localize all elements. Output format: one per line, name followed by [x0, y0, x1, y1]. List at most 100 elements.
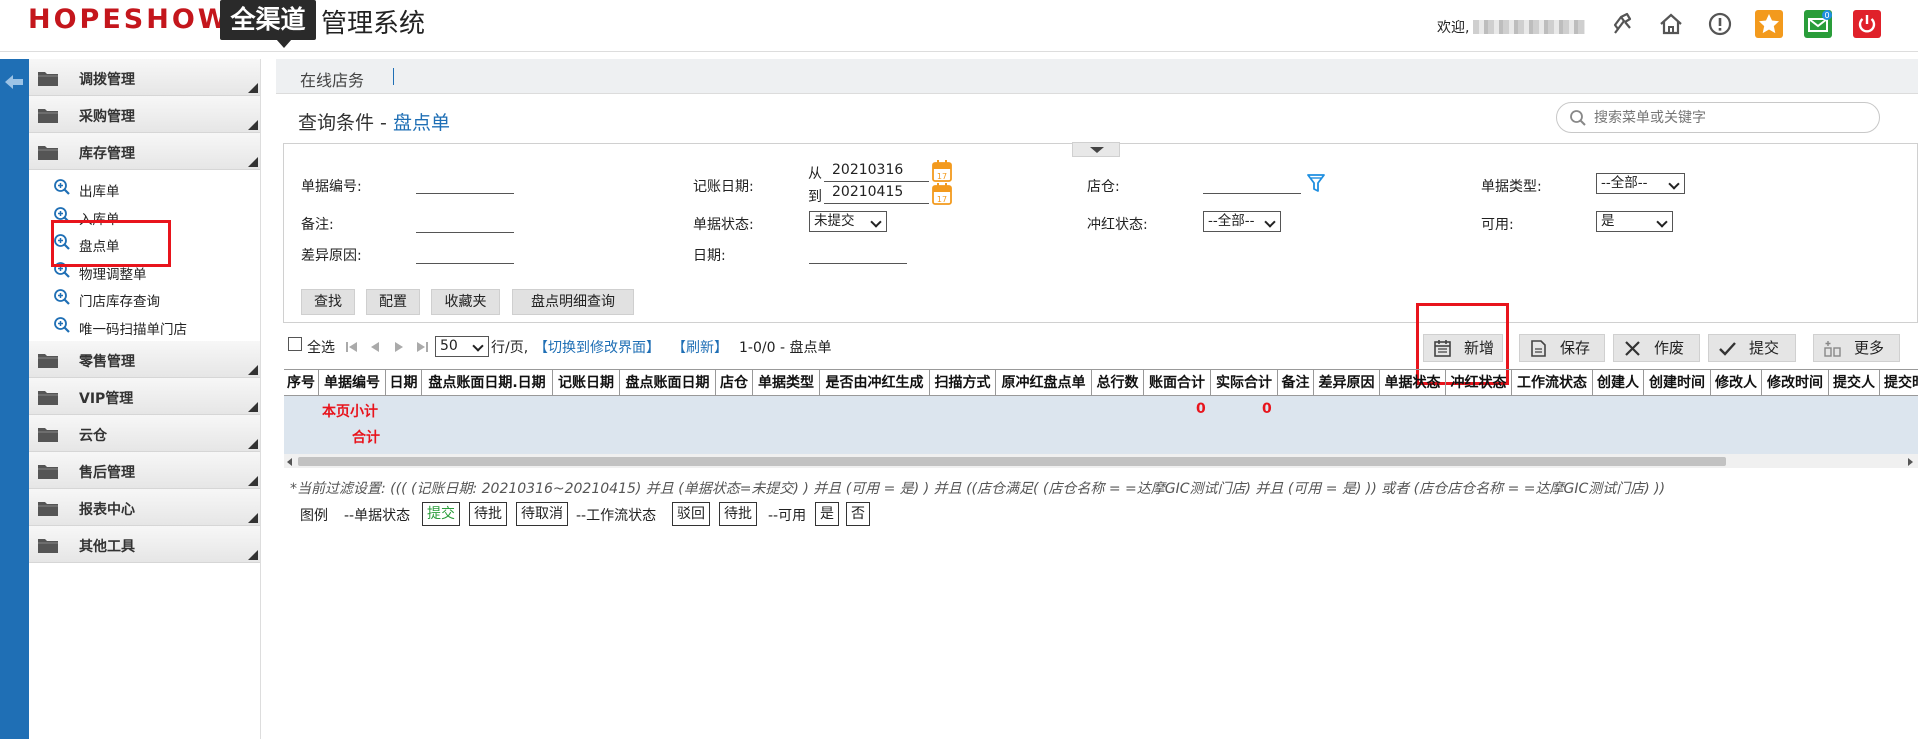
actual-total-value: 0	[1262, 401, 1272, 417]
doc-type-select[interactable]: --全部--	[1596, 173, 1685, 194]
date-to-input[interactable]: 20210415	[824, 184, 929, 204]
last-page-icon[interactable]	[415, 340, 429, 354]
next-page-icon[interactable]	[392, 340, 406, 354]
filter-collapse-toggle[interactable]	[1072, 142, 1120, 157]
menu-search-box[interactable]	[1556, 102, 1880, 133]
switch-to-edit-link[interactable]: 【切换到修改界面】	[534, 337, 660, 357]
calendar-icon[interactable]: 17	[932, 183, 952, 205]
col-header[interactable]: 盘点账面日期	[620, 370, 716, 396]
select-all-checkbox[interactable]	[288, 337, 302, 351]
first-page-icon[interactable]	[345, 340, 359, 354]
col-header[interactable]: 冲红状态	[1446, 370, 1512, 396]
menu-section-label: 零售管理	[79, 354, 135, 370]
alert-icon[interactable]	[1706, 10, 1734, 38]
col-header[interactable]: 盘点账面日期.日期	[422, 370, 553, 396]
submenu-label: 唯一码扫描单门店	[79, 321, 187, 338]
zoom-in-icon	[54, 179, 70, 195]
col-header[interactable]: 日期	[386, 370, 422, 396]
search-input[interactable]	[1594, 107, 1864, 129]
menu-section-cloud-warehouse[interactable]: 云仓	[29, 415, 260, 452]
prev-page-icon[interactable]	[368, 340, 382, 354]
diff-reason-input[interactable]	[416, 244, 514, 264]
date-from-input[interactable]: 20210316	[824, 162, 929, 182]
more-label: 更多	[1854, 339, 1885, 357]
submit-button[interactable]: 提交	[1708, 334, 1796, 362]
col-header[interactable]: 单据编号	[319, 370, 386, 396]
expand-corner-icon	[248, 83, 258, 93]
scrollbar-thumb[interactable]	[298, 457, 1726, 466]
col-header[interactable]: 总行数	[1092, 370, 1144, 396]
left-collapse-bar[interactable]	[0, 59, 29, 739]
doc-no-input[interactable]	[416, 174, 514, 194]
menu-section-purchase[interactable]: 采购管理	[29, 96, 260, 133]
scroll-right-arrow-icon[interactable]	[1908, 458, 1913, 466]
refresh-sync-icon[interactable]	[1608, 10, 1636, 38]
menu-section-label: 云仓	[79, 428, 107, 444]
col-header[interactable]: 单据类型	[753, 370, 820, 396]
favorite-star-icon[interactable]	[1755, 10, 1783, 38]
menu-section-vip[interactable]: VIP管理	[29, 378, 260, 415]
col-header[interactable]: 备注	[1278, 370, 1314, 396]
date-input[interactable]	[809, 244, 907, 264]
col-header[interactable]: 记账日期	[553, 370, 620, 396]
submenu-item-unique-code-scan[interactable]: 唯一码扫描单门店	[29, 312, 260, 340]
logout-power-icon[interactable]	[1853, 10, 1881, 38]
col-header[interactable]: 单据状态	[1380, 370, 1446, 396]
mail-icon[interactable]: 0	[1804, 10, 1832, 38]
col-header[interactable]: 店仓	[716, 370, 753, 396]
void-button[interactable]: 作废	[1613, 334, 1700, 362]
filter-funnel-icon[interactable]	[1306, 172, 1326, 194]
col-header[interactable]: 修改人	[1711, 370, 1762, 396]
col-header[interactable]: 提交人	[1829, 370, 1880, 396]
col-header[interactable]: 原冲红盘点单	[996, 370, 1092, 396]
config-button[interactable]: 配置	[366, 289, 420, 315]
post-date-label: 记账日期:	[693, 179, 754, 195]
col-header[interactable]: 序号	[284, 370, 319, 396]
favorites-button[interactable]: 收藏夹	[431, 289, 500, 315]
col-header[interactable]: 账面合计	[1144, 370, 1211, 396]
doc-status-select[interactable]: 未提交	[809, 211, 887, 232]
menu-section-after-sales[interactable]: 售后管理	[29, 452, 260, 489]
reverse-status-select[interactable]: --全部--	[1203, 211, 1281, 232]
home-icon[interactable]	[1657, 10, 1685, 38]
col-header[interactable]: 扫描方式	[930, 370, 996, 396]
submit-label: 提交	[1749, 339, 1780, 357]
col-header[interactable]: 是否由冲红生成	[820, 370, 930, 396]
search-button[interactable]: 查找	[301, 289, 355, 315]
store-input[interactable]	[1203, 174, 1301, 194]
col-header[interactable]: 创建时间	[1644, 370, 1711, 396]
stocktake-detail-query-button[interactable]: 盘点明细查询	[512, 289, 634, 315]
menu-section-reports[interactable]: 报表中心	[29, 489, 260, 526]
per-page-select[interactable]: 50	[435, 336, 489, 357]
remark-input[interactable]	[416, 213, 514, 233]
legend-doc-status-label: --单据状态	[344, 508, 411, 524]
col-header[interactable]: 提交时间	[1880, 370, 1918, 396]
legend-title: 图例	[300, 508, 328, 524]
submenu-item-store-stock-query[interactable]: 门店库存查询	[29, 284, 260, 312]
menu-section-retail[interactable]: 零售管理	[29, 341, 260, 378]
available-select[interactable]: 是	[1596, 211, 1673, 232]
save-button[interactable]: 保存	[1519, 334, 1605, 362]
folder-icon	[38, 354, 58, 368]
menu-section-transfer[interactable]: 调拨管理	[29, 59, 260, 96]
col-header[interactable]: 差异原因	[1314, 370, 1380, 396]
submenu-label: 出库单	[79, 184, 120, 200]
calendar-icon[interactable]: 17	[932, 160, 952, 182]
col-header[interactable]: 工作流状态	[1512, 370, 1593, 396]
collapse-arrow-icon[interactable]	[3, 71, 25, 93]
col-header[interactable]: 修改时间	[1762, 370, 1829, 396]
legend-submitted: 提交	[422, 502, 460, 526]
tab-online-store[interactable]: 在线店务	[300, 67, 364, 91]
remark-label: 备注:	[301, 217, 334, 233]
scroll-left-arrow-icon[interactable]	[287, 458, 292, 466]
menu-section-inventory[interactable]: 库存管理	[29, 133, 260, 170]
legend-yes: 是	[815, 502, 839, 526]
refresh-link[interactable]: 【刷新】	[672, 337, 728, 357]
col-header[interactable]: 创建人	[1593, 370, 1644, 396]
more-button[interactable]: 更多	[1813, 334, 1900, 362]
menu-section-other-tools[interactable]: 其他工具	[29, 526, 260, 563]
col-header[interactable]: 实际合计	[1211, 370, 1278, 396]
svg-text:17: 17	[937, 195, 947, 204]
horizontal-scrollbar[interactable]	[284, 454, 1918, 468]
submenu-item-outbound[interactable]: 出库单	[29, 174, 260, 202]
